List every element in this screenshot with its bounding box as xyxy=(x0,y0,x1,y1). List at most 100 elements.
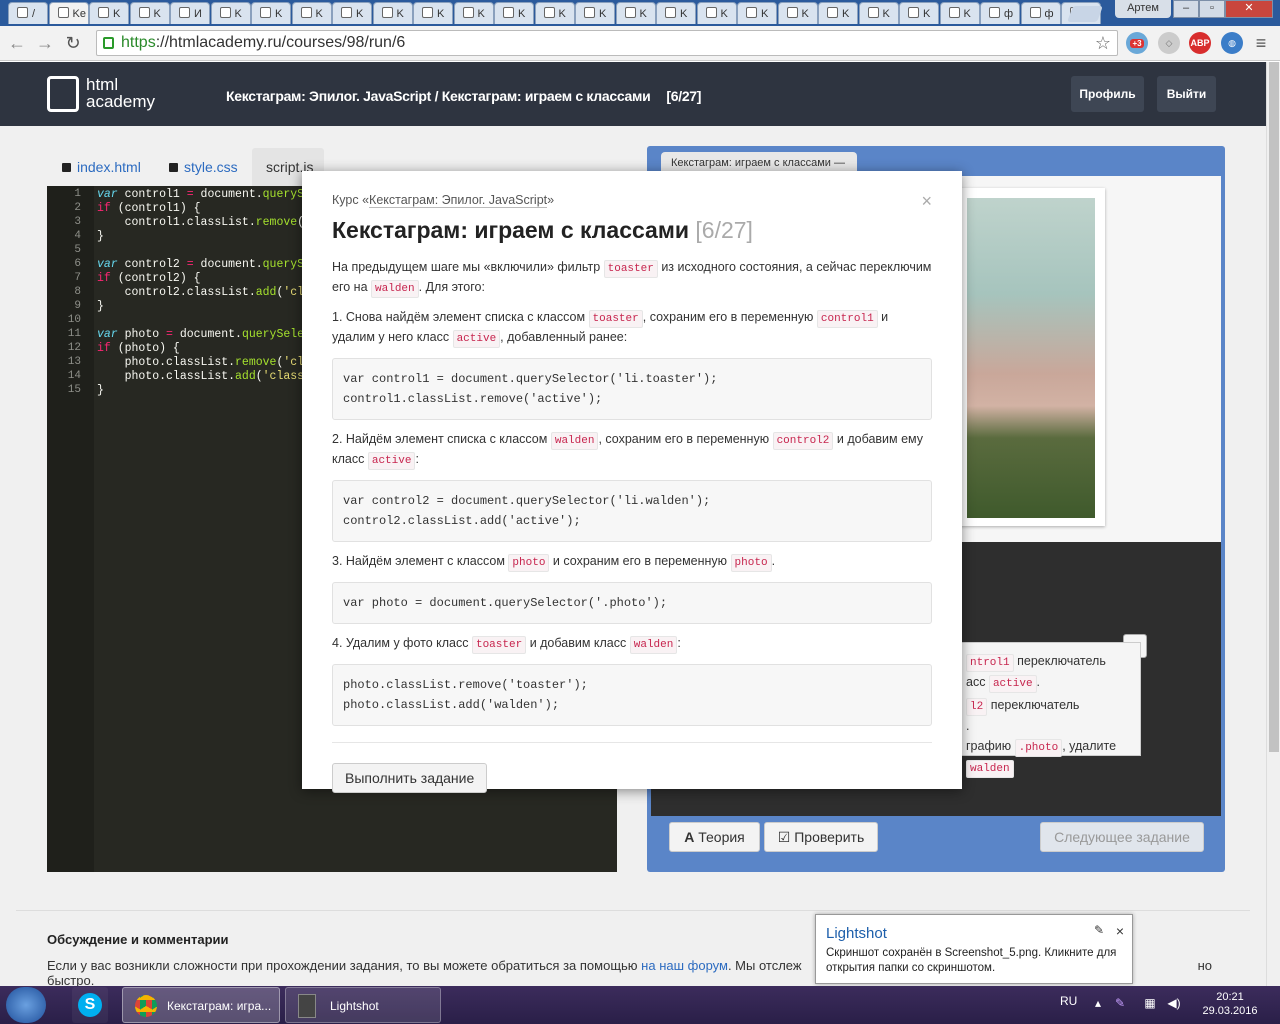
browser-tab[interactable]: ф xyxy=(980,2,1020,24)
address-bar[interactable]: https://htmlacademy.ru/courses/98/run/6 … xyxy=(96,30,1118,56)
language-indicator[interactable]: RU xyxy=(1060,994,1077,1008)
shield-icon[interactable]: ◇ xyxy=(1158,32,1180,54)
line-number: 3 xyxy=(74,216,81,228)
minimize-button[interactable]: ‒ xyxy=(1173,0,1199,18)
browser-tab[interactable]: K xyxy=(858,2,899,24)
text: , сохраним его в переменную xyxy=(642,310,814,324)
adblock-icon[interactable]: ABP xyxy=(1189,32,1211,54)
forward-icon[interactable]: → xyxy=(34,32,56,54)
task-item-3: графию .photo, удалите xyxy=(966,736,1136,757)
browser-tab[interactable]: K xyxy=(899,2,939,24)
theory-button[interactable]: A Теория xyxy=(669,822,760,852)
browser-tab[interactable]: K xyxy=(575,2,615,24)
code-tag: photo xyxy=(730,554,772,572)
modal-title-text: Кекстаграм: играем с классами xyxy=(332,217,690,243)
menu-icon[interactable]: ≡ xyxy=(1250,32,1272,54)
browser-tab[interactable]: K xyxy=(939,2,980,24)
back-icon[interactable]: ← xyxy=(6,32,28,54)
browser-tab[interactable]: K xyxy=(332,2,372,24)
logo-text[interactable]: html academy xyxy=(86,76,155,110)
browser-tab[interactable]: K xyxy=(89,2,129,24)
tab-label: K xyxy=(923,8,931,20)
tray-expand-icon[interactable]: ▴ xyxy=(1090,996,1106,1012)
forum-link[interactable]: на наш форум xyxy=(641,958,728,973)
browser-tab[interactable]: K xyxy=(656,2,696,24)
maximize-button[interactable]: ▫ xyxy=(1199,0,1225,18)
course-link[interactable]: Кекстаграм: Эпилог. JavaScript xyxy=(369,193,548,208)
lightshot-tray-icon[interactable]: ✎ xyxy=(1112,996,1128,1012)
tab-index-html[interactable]: index.html xyxy=(48,148,152,186)
line-number: 8 xyxy=(74,286,81,298)
browser-tab[interactable]: ф xyxy=(1020,2,1061,24)
lightshot-taskbar-button[interactable]: Lightshot xyxy=(285,987,441,1023)
scrollbar-thumb[interactable] xyxy=(1269,62,1279,752)
next-task-button[interactable]: Следующее задание xyxy=(1040,822,1204,852)
tab-style-css[interactable]: style.css xyxy=(155,148,250,186)
logout-button[interactable]: Выйти xyxy=(1157,76,1216,112)
lock-icon xyxy=(62,163,71,172)
line-number: 5 xyxy=(74,244,81,256)
extension-cloud-icon[interactable]: +3 xyxy=(1126,32,1148,54)
lightshot-notification[interactable]: Lightshot Скриншот сохранён в Screenshot… xyxy=(815,914,1133,984)
skype-taskbar-button[interactable]: S xyxy=(72,987,108,1023)
favicon-icon xyxy=(503,7,514,18)
new-tab-button[interactable] xyxy=(1067,6,1103,22)
favicon-icon xyxy=(381,7,393,18)
close-window-button[interactable]: ✕ xyxy=(1225,0,1273,18)
network-icon[interactable]: ▦ xyxy=(1142,996,1158,1012)
profile-button[interactable]: Профиль xyxy=(1071,76,1144,112)
browser-tab[interactable]: K xyxy=(372,2,413,24)
browser-tab[interactable]: K xyxy=(453,2,494,24)
divider xyxy=(332,742,932,743)
pin-icon[interactable]: ✎ xyxy=(1094,923,1104,937)
browser-tab[interactable]: K xyxy=(291,2,332,24)
volume-icon[interactable]: ◀) xyxy=(1166,996,1182,1012)
tab-label: ф xyxy=(1044,8,1054,20)
close-icon[interactable]: × xyxy=(921,191,932,212)
tab-label: style.css xyxy=(184,159,238,175)
browser-tab[interactable]: И xyxy=(170,2,210,24)
breadcrumb-course[interactable]: Кекстаграм: Эпилог. JavaScript xyxy=(226,88,431,104)
run-task-button[interactable]: Выполнить задание xyxy=(332,763,488,793)
globe-icon[interactable]: ◍ xyxy=(1221,32,1243,54)
close-icon[interactable]: × xyxy=(1116,923,1124,939)
clock[interactable]: 20:21 29.03.2016 xyxy=(1200,990,1260,1018)
taskbar-label: Кекстаграм: игра... xyxy=(167,999,272,1013)
extension-badge: +3 xyxy=(1130,39,1144,48)
favicon-icon xyxy=(665,7,676,18)
profile-badge[interactable]: Артем xyxy=(1115,0,1171,18)
browser-tab[interactable]: K xyxy=(413,2,453,24)
task-counter: [6/27] xyxy=(666,88,702,104)
code-tag: active xyxy=(452,330,501,348)
browser-tab[interactable]: K xyxy=(696,2,737,24)
logo-icon[interactable] xyxy=(47,76,79,112)
reload-icon[interactable]: ↻ xyxy=(62,32,84,54)
check-icon: ☑ xyxy=(777,829,791,845)
page-scrollbar[interactable] xyxy=(1266,62,1280,986)
chrome-taskbar-button[interactable]: Кекстаграм: игра... xyxy=(122,987,280,1023)
logo-line-2: academy xyxy=(86,92,155,111)
code-line: } xyxy=(97,300,104,313)
browser-tab[interactable]: Ke xyxy=(48,2,89,24)
course-label-end: » xyxy=(547,193,555,207)
favicon-icon xyxy=(179,7,190,18)
browser-tab[interactable]: K xyxy=(251,2,291,24)
browser-tab[interactable]: K xyxy=(615,2,656,24)
browser-tab[interactable]: K xyxy=(210,2,251,24)
tab-label: K xyxy=(599,8,607,20)
browser-tab[interactable]: K xyxy=(129,2,170,24)
check-button[interactable]: ☑ Проверить xyxy=(764,822,878,852)
browser-tab[interactable]: K xyxy=(818,2,858,24)
breadcrumb-task: Кекстаграм: играем с классами xyxy=(441,88,651,104)
step-2: 2. Найдём элемент списка с классом walde… xyxy=(332,430,932,470)
browser-tab[interactable]: / xyxy=(8,2,48,24)
browser-tab[interactable]: K xyxy=(494,2,534,24)
browser-tab[interactable]: K xyxy=(534,2,575,24)
browser-tab[interactable]: K xyxy=(737,2,777,24)
start-button[interactable] xyxy=(6,987,46,1023)
browser-tab[interactable]: K xyxy=(777,2,818,24)
bookmark-star-icon[interactable]: ☆ xyxy=(1095,31,1111,55)
code-tag: control2 xyxy=(772,432,834,450)
site-header: html academy Кекстаграм: Эпилог. JavaScr… xyxy=(0,62,1266,126)
task-text: переключатель xyxy=(1017,654,1106,668)
